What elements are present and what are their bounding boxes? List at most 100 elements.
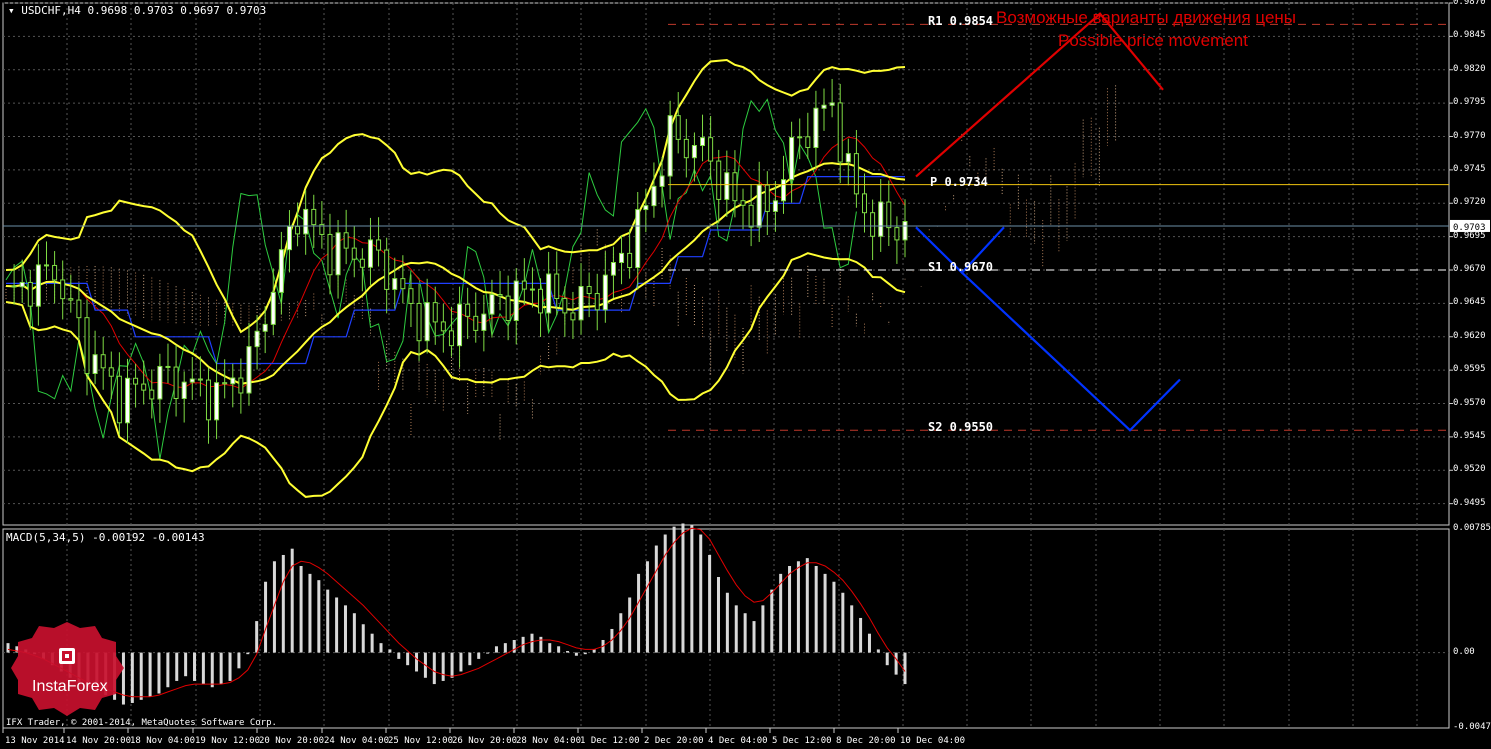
candle-body xyxy=(448,330,454,347)
candle-body xyxy=(278,249,284,293)
x-tick-label: 1 Dec 12:00 xyxy=(580,736,640,746)
candle-body xyxy=(92,354,98,375)
candle-body xyxy=(627,252,633,269)
macd-histogram-bar xyxy=(184,652,188,677)
candle-body xyxy=(513,280,519,321)
level-label-r1: R1 0.9854 xyxy=(928,14,994,29)
macd-histogram-bar xyxy=(557,646,561,653)
candle-body xyxy=(43,264,49,267)
macd-histogram-bar xyxy=(130,652,134,703)
macd-histogram-bar xyxy=(539,636,543,653)
macd-histogram-bar xyxy=(743,613,747,653)
candle-body xyxy=(594,293,600,311)
y-tick-label: 0.9545 xyxy=(1453,430,1486,441)
macd-histogram-bar xyxy=(255,621,259,653)
candle-body xyxy=(165,365,171,368)
price-chart[interactable]: 0.9703 xyxy=(0,0,1491,749)
macd-histogram-bar xyxy=(654,545,658,653)
candle-body xyxy=(619,252,625,264)
macd-histogram-bar xyxy=(139,652,143,700)
x-tick-label: 5 Dec 12:00 xyxy=(772,736,832,746)
candle-body xyxy=(335,232,341,276)
logo-badge-icon xyxy=(11,622,124,716)
candle-body xyxy=(222,382,228,385)
candle-body xyxy=(748,204,754,228)
macd-histogram-bar xyxy=(796,561,800,653)
candle-body xyxy=(837,102,843,163)
candle-body xyxy=(230,377,236,385)
candle-body xyxy=(772,200,778,212)
macd-histogram-bar xyxy=(193,652,197,681)
candle-body xyxy=(797,136,803,139)
candle-body xyxy=(732,172,738,202)
x-tick-label: 8 Dec 20:00 xyxy=(836,736,896,746)
macd-histogram-bar xyxy=(530,633,534,653)
candle-body xyxy=(521,280,527,290)
y-tick-label: 0.9870 xyxy=(1453,0,1486,7)
macd-histogram-bar xyxy=(299,565,303,653)
macd-histogram-bar xyxy=(894,652,898,675)
macd-histogram-bar xyxy=(663,534,667,653)
level-label-s1: S1 0.9670 xyxy=(928,260,994,274)
y-tick-label: 0.9595 xyxy=(1453,364,1486,375)
macd-histogram-bar xyxy=(850,605,854,653)
candle-body xyxy=(497,294,503,297)
macd-histogram-bar xyxy=(619,613,623,653)
macd-histogram-bar xyxy=(486,652,490,654)
macd-histogram-bar xyxy=(592,649,596,653)
macd-histogram-bar xyxy=(219,652,223,685)
candle-body xyxy=(683,138,689,159)
candle-body xyxy=(813,107,819,148)
candle-body xyxy=(205,379,211,421)
candle-body xyxy=(481,313,487,331)
macd-histogram-bar xyxy=(548,643,552,653)
macd-histogram-bar xyxy=(832,581,836,653)
candle-body xyxy=(189,378,195,383)
x-tick-label: 19 Nov 12:00 xyxy=(195,736,261,746)
candle-body xyxy=(133,377,139,385)
candle-body xyxy=(724,172,730,200)
candle-body xyxy=(529,288,535,291)
x-tick-label: 28 Nov 04:00 xyxy=(516,736,582,746)
macd-histogram-bar xyxy=(388,649,392,653)
macd-histogram-bar xyxy=(379,643,383,653)
candle-body xyxy=(76,299,82,319)
candle-body xyxy=(862,193,868,214)
candle-body xyxy=(262,323,268,332)
macd-histogram-bar xyxy=(503,643,507,653)
candle-body xyxy=(886,201,892,229)
candle-body xyxy=(286,225,292,251)
candle-body xyxy=(546,273,552,314)
candle-body xyxy=(327,233,333,276)
candle-body xyxy=(311,208,317,226)
macd-histogram-bar xyxy=(574,652,578,656)
candle-body xyxy=(489,294,495,315)
y-tick-label: 0.9520 xyxy=(1453,464,1486,475)
candle-body xyxy=(432,302,438,323)
candle-body xyxy=(84,317,90,375)
candle-body xyxy=(635,209,641,269)
candle-body xyxy=(764,184,770,212)
macd-histogram-bar xyxy=(370,633,374,653)
candle-body xyxy=(716,160,722,200)
bollinger-upper-line xyxy=(5,58,906,334)
candle-body xyxy=(878,201,884,237)
candle-body xyxy=(675,115,681,140)
menu-triangle-icon[interactable]: ▾ xyxy=(8,4,15,17)
candle-body xyxy=(254,330,260,348)
candle-body xyxy=(740,200,746,206)
candle-body xyxy=(691,145,697,159)
candle-body xyxy=(853,153,859,195)
candle-body xyxy=(60,279,66,300)
candle-body xyxy=(586,286,592,295)
macd-histogram-bar xyxy=(876,649,880,653)
candle-body xyxy=(157,365,163,400)
candle-body xyxy=(400,278,406,290)
level-label-s2: S2 0.9550 xyxy=(928,420,994,435)
macd-histogram-bar xyxy=(406,652,410,666)
annotation-ru: Возможные варианты движения цены xyxy=(996,8,1297,27)
candle-body xyxy=(303,208,309,235)
x-tick-label: 13 Nov 2014 xyxy=(5,736,65,746)
y-tick-label: 0.9645 xyxy=(1453,297,1486,308)
macd-info: MACD(5,34,5) -0.00192 -0.00143 xyxy=(6,531,205,544)
